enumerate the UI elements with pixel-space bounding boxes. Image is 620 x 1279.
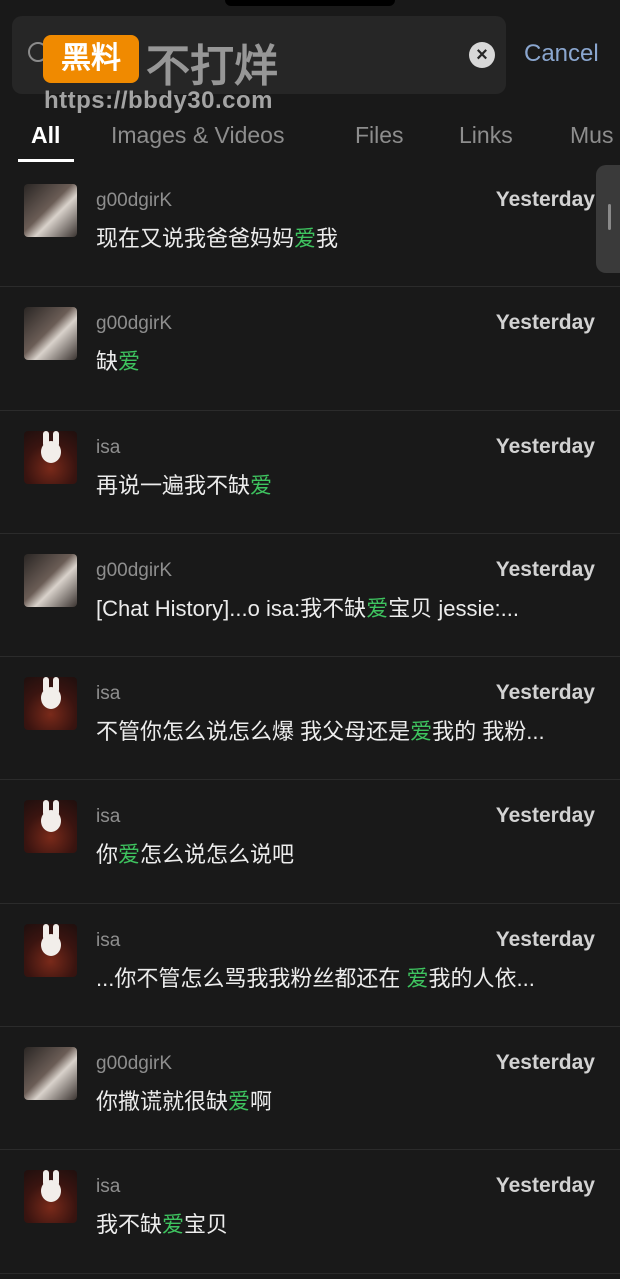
result-row[interactable]: isa Yesterday 你爱怎么说怎么说吧	[0, 780, 620, 904]
status-notch	[225, 0, 395, 6]
message-snippet: 你爱怎么说怎么说吧	[96, 837, 596, 869]
message-snippet: [Chat History]...o isa:我不缺爱宝贝 jessie:...	[96, 591, 596, 623]
avatar[interactable]	[24, 307, 77, 361]
keyword-highlight: 爱	[118, 842, 141, 868]
result-row[interactable]: g00dgirK Yesterday 缺爱	[0, 287, 620, 411]
result-row[interactable]: g00dgirK Yesterday 你撒谎就很缺爱啊	[0, 1027, 620, 1151]
bunny-shape	[41, 1180, 61, 1203]
message-time: Yesterday	[495, 557, 595, 581]
message-snippet: 缺爱	[96, 344, 596, 376]
snippet-text: 宝贝	[184, 1212, 229, 1238]
message-time: Yesterday	[495, 188, 595, 211]
snippet-text: 宝贝 jessie:...	[388, 595, 520, 621]
snippet-text: 你	[96, 842, 119, 868]
sender-name: isa	[96, 683, 121, 705]
bunny-shape	[41, 933, 61, 956]
avatar[interactable]	[24, 923, 77, 977]
message-time: Yesterday	[495, 804, 595, 828]
keyword-highlight: 爱	[406, 965, 429, 991]
message-snippet: 不管你怎么说怎么爆 我父母还是爱我的 我粉...	[96, 714, 596, 746]
watermark-title: 不打烊	[146, 42, 278, 91]
message-snippet: 现在又说我爸爸妈妈爱我	[96, 221, 596, 253]
tab-links[interactable]: Links	[459, 122, 513, 149]
result-row[interactable]: isa Yesterday 我不缺爱宝贝	[0, 1150, 620, 1274]
snippet-text: ...你不管怎么骂我我粉丝都还在	[96, 965, 407, 991]
snippet-text: 啊	[250, 1089, 273, 1115]
scrollbar-grip[interactable]	[608, 204, 611, 230]
sender-name: isa	[96, 1176, 121, 1198]
filter-tabs: All Images & Videos Files Links Mus	[0, 118, 620, 163]
sender-name: isa	[96, 929, 121, 951]
result-row[interactable]: g00dgirK Yesterday 现在又说我爸爸妈妈爱我	[0, 164, 620, 288]
snippet-text: 我	[316, 226, 339, 251]
snippet-text: 缺	[96, 349, 119, 375]
search-results-list: g00dgirK Yesterday 现在又说我爸爸妈妈爱我 g00dgirK Yest…	[0, 164, 620, 1274]
active-tab-indicator	[18, 159, 74, 162]
result-row[interactable]: g00dgirK Yesterday [Chat History]...o isa:…	[0, 534, 620, 658]
message-snippet: ...你不管怎么骂我我粉丝都还在 爱我的人依...	[96, 961, 596, 993]
bunny-shape	[41, 810, 61, 833]
sender-name: g00dgirK	[96, 1053, 173, 1075]
sender-name: g00dgirK	[96, 190, 173, 211]
sender-name: g00dgirK	[96, 559, 173, 581]
keyword-highlight: 爱	[118, 349, 141, 375]
message-time: Yesterday	[495, 681, 595, 705]
snippet-text: 你撒谎就很缺	[96, 1089, 229, 1115]
message-snippet: 我不缺爱宝贝	[96, 1207, 596, 1239]
keyword-highlight: 爱	[162, 1212, 185, 1238]
sender-name: isa	[96, 806, 121, 828]
sender-name: g00dgirK	[96, 313, 173, 335]
bunny-shape	[41, 440, 61, 463]
tab-files[interactable]: Files	[355, 122, 404, 149]
tab-images-videos[interactable]: Images & Videos	[111, 122, 284, 149]
message-time: Yesterday	[495, 434, 595, 458]
message-snippet: 再说一遍我不缺爱	[96, 468, 596, 500]
keyword-highlight: 爱	[250, 472, 273, 498]
snippet-text: 现在又说我爸爸妈妈	[96, 226, 295, 251]
keyword-highlight: 爱	[366, 595, 389, 621]
tab-music[interactable]: Mus	[570, 122, 613, 149]
message-time: Yesterday	[495, 927, 595, 951]
snippet-text: 我不缺	[96, 1212, 163, 1238]
avatar[interactable]	[24, 184, 77, 237]
avatar[interactable]	[24, 800, 77, 854]
snippet-text: 再说一遍我不缺	[96, 472, 251, 498]
message-snippet: 你撒谎就很缺爱啊	[96, 1084, 596, 1116]
result-row[interactable]: isa Yesterday 不管你怎么说怎么爆 我父母还是爱我的 我粉...	[0, 657, 620, 781]
bunny-shape	[41, 687, 61, 710]
cancel-button[interactable]: Cancel	[524, 40, 599, 68]
result-row[interactable]: isa Yesterday 再说一遍我不缺爱	[0, 411, 620, 534]
tab-all[interactable]: All	[31, 122, 60, 149]
avatar[interactable]	[24, 677, 77, 731]
avatar[interactable]	[24, 553, 77, 607]
message-time: Yesterday	[495, 1174, 595, 1198]
sender-name: isa	[96, 436, 121, 458]
keyword-highlight: 爱	[294, 226, 317, 251]
snippet-text: 怎么说怎么说吧	[140, 842, 295, 868]
message-time: Yesterday	[495, 311, 595, 335]
message-time: Yesterday	[495, 1051, 595, 1075]
avatar[interactable]	[24, 1047, 77, 1101]
snippet-text: 我的 我粉...	[432, 719, 545, 745]
avatar[interactable]	[24, 1170, 77, 1224]
keyword-highlight: 爱	[228, 1089, 251, 1115]
watermark-logo: 黑料	[43, 35, 139, 83]
keyword-highlight: 爱	[410, 719, 433, 745]
clear-search-icon[interactable]: ×	[469, 42, 495, 68]
result-row[interactable]: isa Yesterday ...你不管怎么骂我我粉丝都还在 爱我的人依...	[0, 904, 620, 1028]
snippet-text: 不管你怎么说怎么爆 我父母还是	[96, 719, 411, 745]
snippet-text: 我的人依...	[428, 965, 535, 991]
watermark-url: https://bbdy30.com	[44, 87, 274, 114]
snippet-text: [Chat History]...o isa:我不缺	[96, 595, 367, 621]
avatar[interactable]	[24, 430, 77, 484]
